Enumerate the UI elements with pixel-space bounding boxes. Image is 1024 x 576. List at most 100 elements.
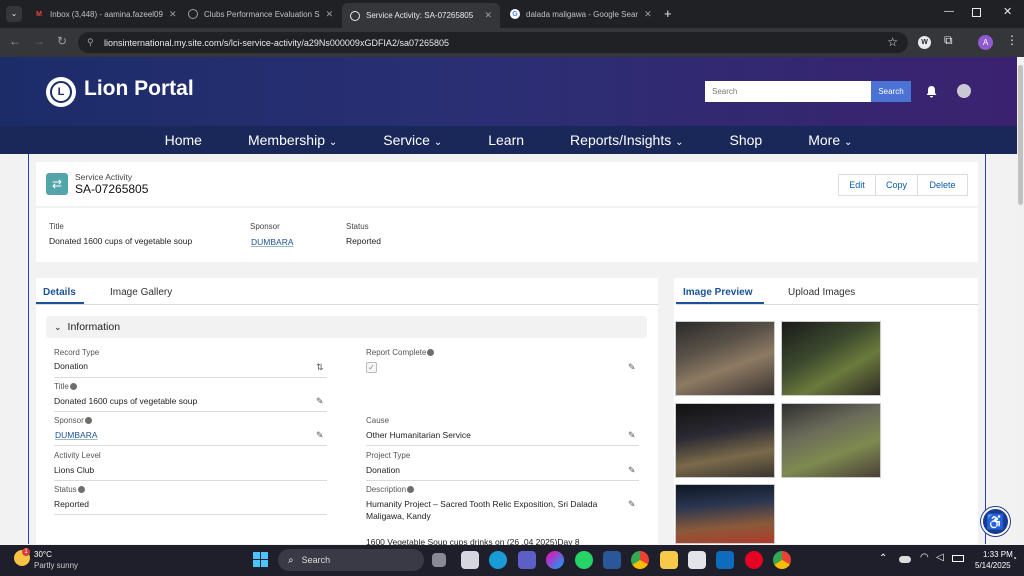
extensions-puzzle-icon[interactable]: ⧉ — [944, 33, 953, 48]
back-icon[interactable]: ← — [9, 34, 21, 48]
info-icon[interactable] — [69, 383, 77, 391]
edit-sponsor-pencil-icon[interactable]: ✎ — [316, 430, 324, 441]
chrome-icon[interactable] — [631, 551, 649, 569]
clock-time[interactable]: 1:33 PM — [983, 550, 1013, 559]
portal-search-input[interactable] — [705, 81, 871, 102]
edit-button[interactable]: Edit — [838, 174, 876, 196]
minimize-icon[interactable]: — — [944, 6, 954, 17]
profile-avatar[interactable]: A — [978, 35, 993, 50]
close-tab-icon[interactable]: ✕ — [169, 9, 177, 20]
weather-temp[interactable]: 30°C — [34, 550, 52, 559]
nav-more[interactable]: More ⌄ — [785, 132, 875, 148]
sponsor-field-link[interactable]: DUMBARA — [55, 430, 98, 440]
info-icon[interactable] — [427, 349, 435, 357]
edit-title-pencil-icon[interactable]: ✎ — [316, 396, 324, 407]
highlight-title-label: Title — [49, 222, 64, 231]
new-tab-icon[interactable]: + — [664, 6, 672, 21]
tray-overflow-icon[interactable]: ⌃ — [879, 553, 887, 564]
tab-image-preview[interactable]: Image Preview — [683, 287, 752, 298]
gallery-photo-2[interactable] — [781, 321, 881, 396]
file-explorer-folder-icon[interactable] — [660, 551, 678, 569]
gallery-photo-3[interactable] — [675, 403, 775, 478]
browser-tab-service-activity[interactable]: Service Activity: SA-07265805 ✕ — [342, 3, 500, 28]
clock-date[interactable]: 5/14/2025 — [975, 561, 1011, 570]
description-field-label: Description — [366, 485, 415, 494]
wifi-icon[interactable]: ◠ — [920, 552, 929, 563]
browser-tab-google[interactable]: G dalada maligawa - Google Sear ✕ — [502, 4, 658, 24]
gallery-photo-5[interactable] — [675, 484, 775, 544]
copilot-icon[interactable] — [546, 551, 564, 569]
notification-bell-icon[interactable] — [926, 86, 937, 98]
page-scrollbar[interactable] — [1017, 57, 1024, 545]
forward-icon[interactable]: → — [33, 34, 45, 48]
onedrive-icon[interactable] — [899, 556, 911, 563]
nav-learn[interactable]: Learn — [465, 132, 547, 148]
bookmark-star-icon[interactable]: ☆ — [887, 35, 898, 49]
word-icon[interactable] — [603, 551, 621, 569]
address-bar[interactable]: ⚲ lionsinternational.my.site.com/s/lci-s… — [78, 32, 908, 53]
portal-logo-text[interactable]: Lion Portal — [84, 77, 194, 101]
volume-icon[interactable]: ◁ — [936, 552, 944, 563]
lions-logo-icon[interactable]: L — [46, 77, 76, 107]
site-info-icon[interactable]: ⚲ — [87, 37, 94, 48]
edge-icon[interactable] — [489, 551, 507, 569]
chrome-alt-icon[interactable] — [773, 551, 791, 569]
gallery-photo-1[interactable] — [675, 321, 775, 396]
info-icon[interactable] — [77, 486, 85, 494]
close-tab-icon[interactable]: ✕ — [326, 9, 334, 20]
microsoft-store-icon[interactable] — [688, 551, 706, 569]
delete-button[interactable]: Delete — [917, 174, 968, 196]
nav-service[interactable]: Service ⌄ — [360, 132, 465, 148]
chevron-down-icon: ⌄ — [433, 137, 443, 148]
info-icon[interactable] — [407, 486, 415, 494]
browser-menu-icon[interactable]: ⋮ — [1006, 33, 1018, 47]
change-record-type-icon[interactable]: ⇅ — [316, 362, 324, 373]
nav-reports-insights[interactable]: Reports/Insights ⌄ — [547, 132, 706, 148]
edit-cause-pencil-icon[interactable]: ✎ — [628, 430, 636, 441]
taskbar-search-box[interactable]: ⌕ Search — [278, 549, 424, 571]
nav-membership[interactable]: Membership ⌄ — [225, 132, 360, 148]
portal-search-button[interactable]: Search — [871, 81, 911, 102]
field-divider — [54, 480, 327, 481]
extension-w-icon[interactable]: W — [918, 36, 931, 49]
browser-tab-clubs[interactable]: Clubs Performance Evaluation S ✕ — [180, 4, 340, 24]
notifications-bell-icon[interactable]: ◔ — [1012, 554, 1017, 563]
tabs-divider — [676, 304, 978, 305]
info-icon[interactable] — [84, 417, 92, 425]
tab-upload-images[interactable]: Upload Images — [788, 287, 855, 298]
nav-shop[interactable]: Shop — [707, 132, 786, 148]
edit-report-complete-pencil-icon[interactable]: ✎ — [628, 362, 636, 373]
tab-image-gallery[interactable]: Image Gallery — [110, 287, 172, 298]
highlight-sponsor-link[interactable]: DUMBARA — [251, 237, 294, 247]
accessibility-icon[interactable]: ♿ — [981, 507, 1010, 536]
reload-icon[interactable]: ↻ — [57, 34, 67, 48]
gallery-photo-4[interactable] — [781, 403, 881, 478]
portal-main-nav: Home Membership ⌄ Service ⌄ Learn Report… — [0, 126, 1017, 154]
weather-condition[interactable]: Partly sunny — [34, 561, 78, 570]
restore-icon[interactable] — [972, 8, 981, 17]
close-tab-icon[interactable]: ✕ — [644, 9, 652, 20]
tab-details[interactable]: Details — [43, 287, 76, 298]
nav-home[interactable]: Home — [142, 132, 225, 148]
battery-icon[interactable] — [952, 555, 964, 562]
copy-button[interactable]: Copy — [875, 174, 918, 196]
task-view-icon[interactable] — [432, 553, 446, 567]
user-avatar-icon[interactable] — [957, 84, 971, 98]
windows-start-icon[interactable] — [253, 552, 268, 567]
file-explorer-icon[interactable] — [461, 551, 479, 569]
outlook-icon[interactable] — [716, 551, 734, 569]
pinterest-icon[interactable] — [745, 551, 763, 569]
teams-icon[interactable] — [518, 551, 536, 569]
browser-tab-gmail[interactable]: M Inbox (3,448) - aamina.fazeel09 ✕ — [26, 4, 178, 24]
information-section-header[interactable]: ⌄ Information — [46, 316, 647, 338]
edit-project-type-pencil-icon[interactable]: ✎ — [628, 465, 636, 476]
close-tab-icon[interactable]: ✕ — [484, 10, 492, 21]
whatsapp-icon[interactable] — [575, 551, 593, 569]
record-number: SA-07265805 — [75, 182, 149, 196]
report-complete-field-label: Report Complete — [366, 348, 435, 357]
tab-search-button[interactable]: ⌄ — [6, 6, 22, 22]
close-window-icon[interactable]: ✕ — [1003, 5, 1012, 18]
gmail-icon: M — [36, 10, 42, 18]
field-divider — [54, 377, 327, 378]
edit-description-pencil-icon[interactable]: ✎ — [628, 499, 636, 510]
